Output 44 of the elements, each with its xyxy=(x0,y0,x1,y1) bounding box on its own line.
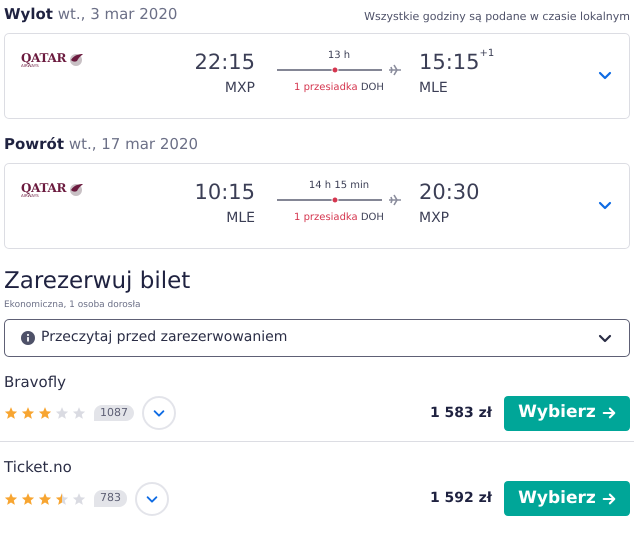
info-icon xyxy=(21,330,35,344)
leg-label: Powrót xyxy=(4,134,64,152)
stops-count: 1 przesiadka xyxy=(294,212,358,223)
flight-duration: 13 h xyxy=(328,49,350,63)
star-icon xyxy=(38,406,52,420)
section-title: Zarezerwuj bilet xyxy=(3,267,192,296)
star-icon xyxy=(72,492,86,506)
leg-date: wt., 3 mar 2020 xyxy=(58,4,178,22)
expand-button[interactable] xyxy=(135,482,169,516)
star-icon xyxy=(21,492,35,506)
stops-count: 1 przesiadka xyxy=(294,82,358,93)
review-count: 783 xyxy=(94,490,127,507)
leg-date: wt., 17 mar 2020 xyxy=(68,134,198,152)
provider-name: Bravofly xyxy=(4,372,68,392)
review-count: 1087 xyxy=(94,404,134,422)
leg-label: Wylot xyxy=(4,4,53,22)
star-icon xyxy=(55,492,69,506)
timezone-note: Wszystkie godziny są podane w czasie lokalnym xyxy=(364,8,630,24)
notice-dropdown[interactable]: Przeczytaj przed zarezerwowaniem xyxy=(4,318,630,356)
arrow-icon xyxy=(602,406,616,420)
star-icon xyxy=(38,492,52,506)
fare-details: Ekonomiczna, 1 osoba dorosła xyxy=(3,299,142,312)
arrival-airport: MLE xyxy=(419,79,448,98)
star-icon xyxy=(4,406,18,420)
departure-time: 22:15 xyxy=(194,49,255,76)
star-icon xyxy=(72,406,86,420)
star-icon xyxy=(4,492,18,506)
departure-airport: MLE xyxy=(226,209,255,228)
price: 1 592 zł xyxy=(430,489,492,508)
stop-airport: DOH xyxy=(360,212,384,223)
star-icon xyxy=(21,406,35,420)
arrow-icon xyxy=(602,492,616,506)
departure-airport: MXP xyxy=(224,79,255,98)
star-icon xyxy=(55,406,69,420)
stop-airport: DOH xyxy=(360,82,384,93)
provider-name: Ticket.no xyxy=(4,457,73,478)
flight-duration: 14 h 15 min xyxy=(308,179,370,193)
day-offset: +1 xyxy=(480,48,494,60)
arrival-time: 20:30 xyxy=(419,179,480,206)
arrival-time: 15:15 xyxy=(419,49,480,76)
departure-time: 10:15 xyxy=(194,179,255,206)
expand-button[interactable] xyxy=(142,396,176,430)
price: 1 583 zł xyxy=(430,404,492,422)
arrival-airport: MXP xyxy=(419,209,450,228)
